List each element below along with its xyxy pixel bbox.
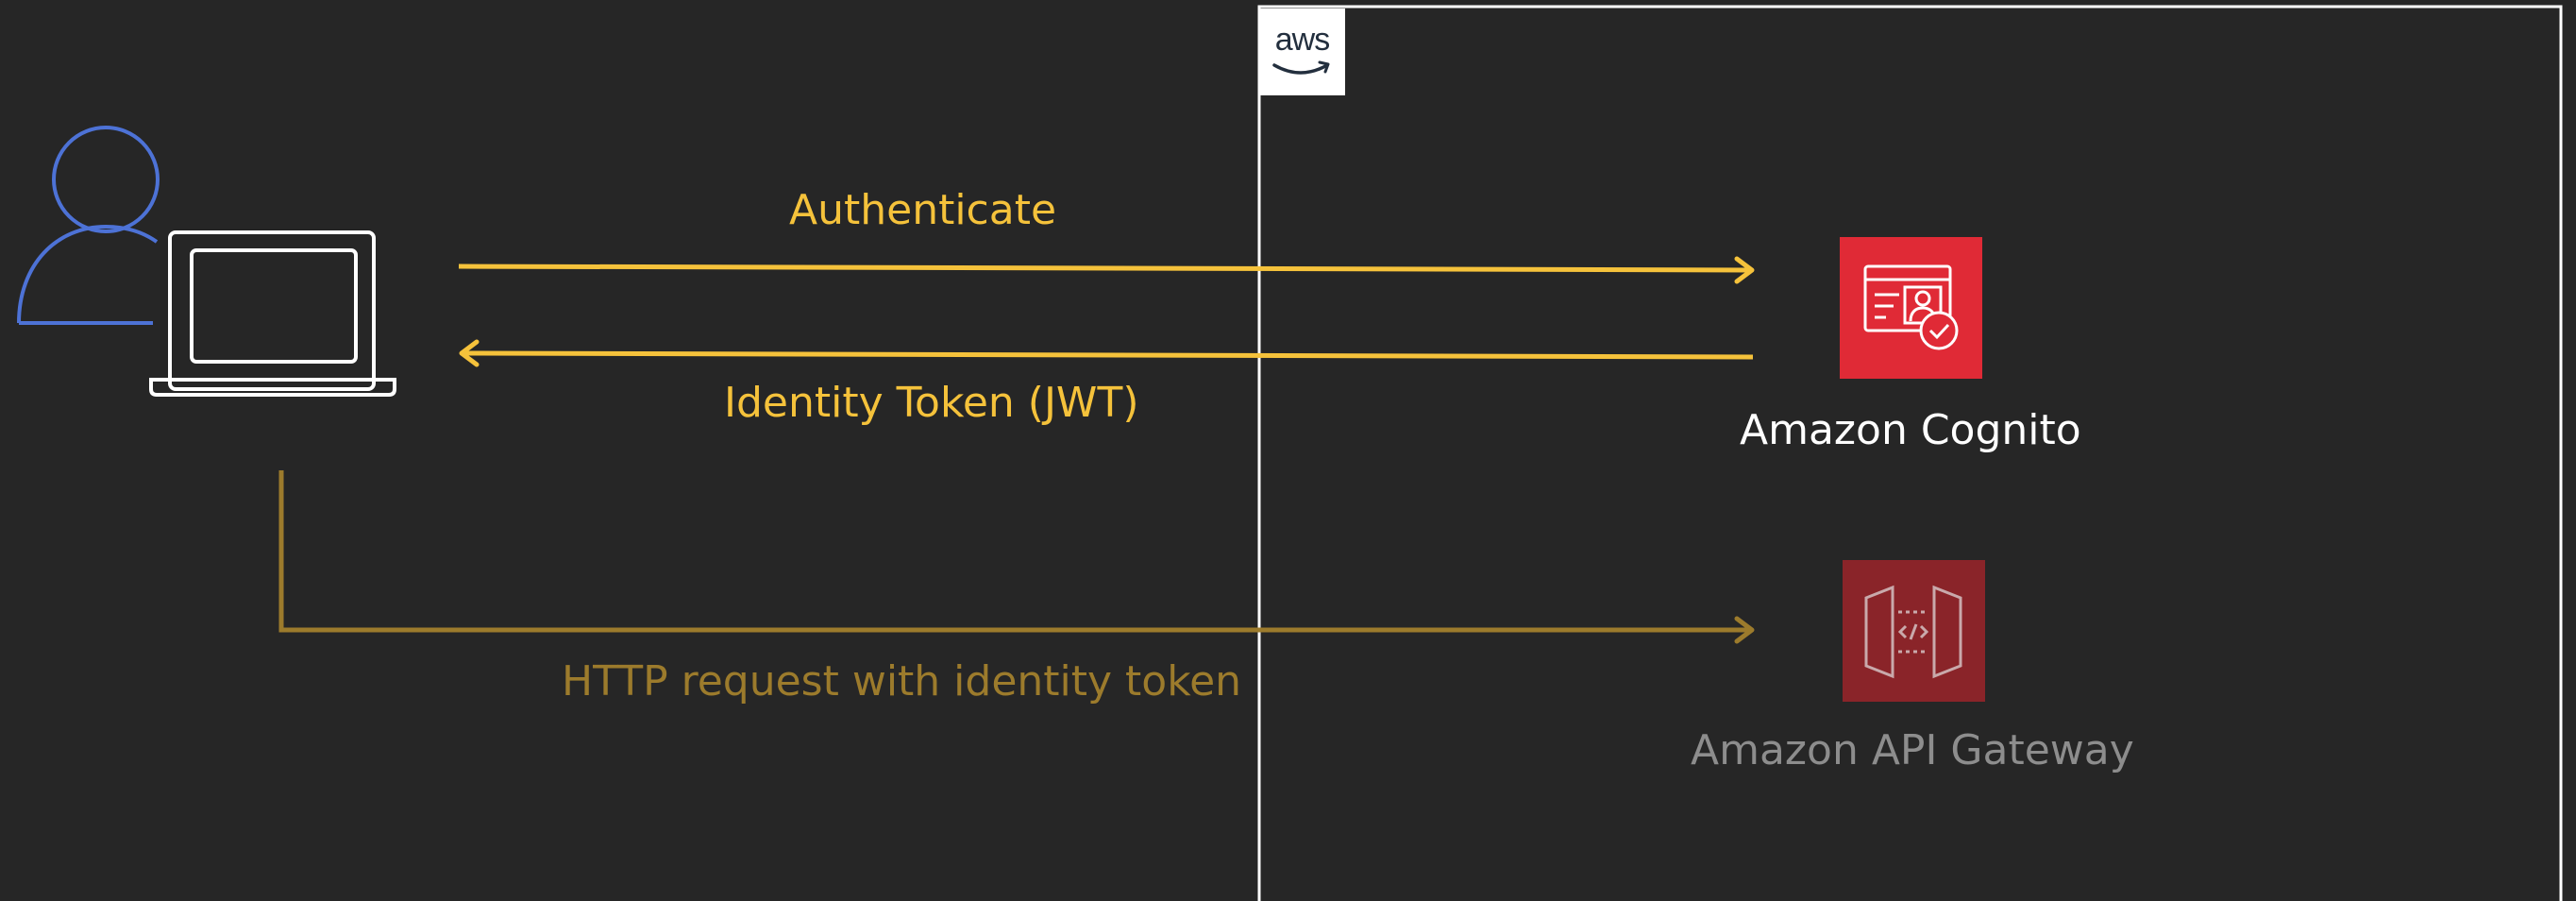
amazon-api-gateway-label: Amazon API Gateway bbox=[1691, 726, 2134, 774]
laptop-icon bbox=[149, 230, 396, 397]
authenticate-label: Authenticate bbox=[789, 186, 1057, 234]
amazon-cognito-icon bbox=[1840, 237, 1982, 379]
architecture-diagram bbox=[17, 5, 2563, 901]
user-icon bbox=[17, 126, 160, 325]
http-request-label: HTTP request with identity token bbox=[562, 657, 1242, 706]
http-request-arrow bbox=[278, 470, 1755, 644]
identity-token-arrow bbox=[459, 339, 1754, 367]
aws-logo: aws bbox=[1259, 8, 1345, 95]
amazon-cognito-label: Amazon Cognito bbox=[1740, 406, 2081, 454]
identity-token-label: Identity Token (JWT) bbox=[724, 379, 1139, 427]
aws-smile-icon bbox=[1272, 60, 1330, 75]
authenticate-arrow bbox=[458, 256, 1755, 284]
amazon-api-gateway-icon bbox=[1843, 560, 1985, 702]
